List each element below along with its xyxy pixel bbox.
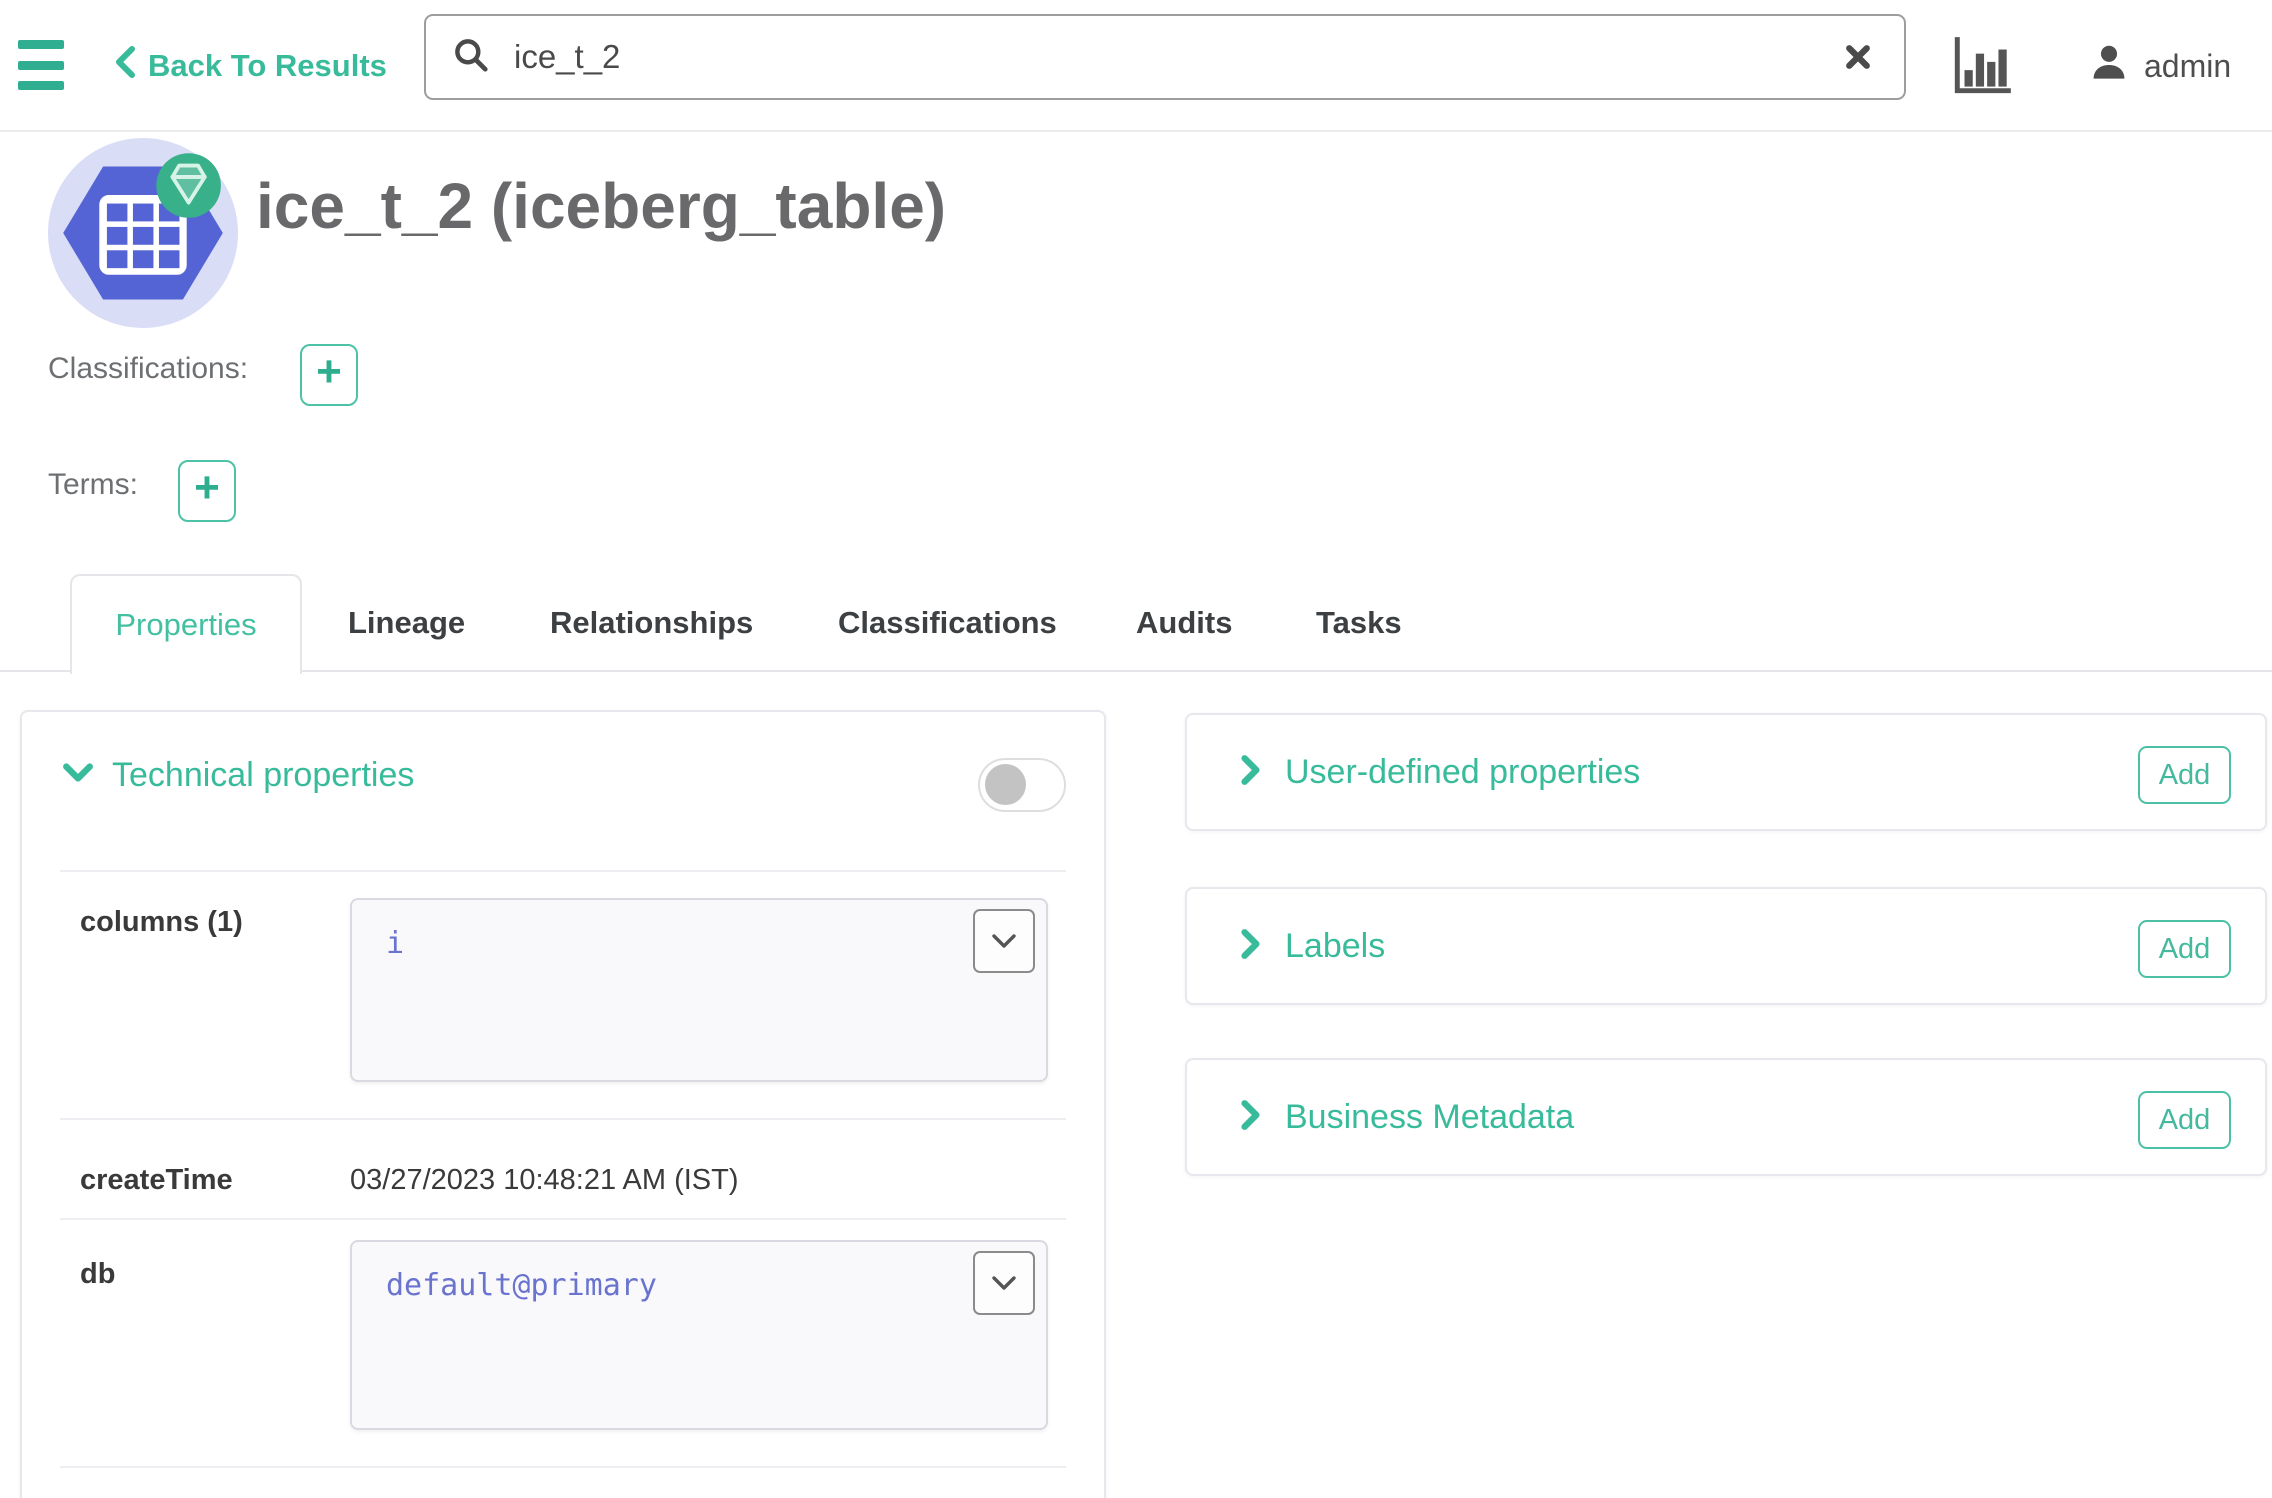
plus-icon: + — [194, 466, 220, 510]
divider — [60, 1218, 1066, 1220]
db-link[interactable]: default@primary — [386, 1268, 657, 1303]
tab-classifications[interactable]: Classifications — [838, 574, 1057, 672]
user-defined-properties-panel: User-defined properties Add — [1185, 713, 2267, 831]
chevron-right-icon — [1239, 1099, 1263, 1136]
panel-title: User-defined properties — [1285, 753, 1640, 792]
columns-value-box: i — [350, 898, 1048, 1082]
back-to-results-label: Back To Results — [148, 48, 387, 84]
user-menu[interactable]: admin — [2088, 0, 2231, 132]
labels-header[interactable]: Labels — [1239, 889, 1385, 1003]
business-metadata-panel: Business Metadata Add — [1185, 1058, 2267, 1176]
chevron-right-icon — [1239, 754, 1263, 791]
terms-label: Terms: — [48, 468, 138, 502]
divider — [60, 1118, 1066, 1120]
chevron-right-icon — [1239, 928, 1263, 965]
technical-properties-title: Technical properties — [112, 756, 414, 795]
back-to-results-link[interactable]: Back To Results — [112, 0, 387, 132]
toggle-knob — [985, 764, 1026, 805]
atlas-entity-detail-page: Back To Results admin — [0, 0, 2272, 1498]
createtime-value: 03/27/2023 10:48:21 AM (IST) — [350, 1164, 739, 1197]
tab-audits[interactable]: Audits — [1136, 574, 1232, 672]
db-dropdown-button[interactable] — [973, 1251, 1035, 1315]
business-metadata-header[interactable]: Business Metadata — [1239, 1060, 1574, 1174]
search-bar — [424, 14, 1906, 100]
property-key: db — [80, 1258, 115, 1291]
attributes-filter-toggle[interactable] — [978, 758, 1066, 812]
search-icon — [452, 36, 490, 79]
technical-properties-header[interactable]: Technical properties — [62, 756, 414, 795]
user-name-label: admin — [2144, 48, 2231, 85]
divider — [60, 1466, 1066, 1468]
property-key: createTime — [80, 1164, 233, 1197]
tab-tasks[interactable]: Tasks — [1316, 574, 1402, 672]
chevron-down-icon — [62, 761, 94, 790]
plus-icon: + — [316, 350, 342, 394]
menu-icon[interactable] — [18, 40, 64, 90]
tab-lineage[interactable]: Lineage — [348, 574, 465, 672]
tab-relationships[interactable]: Relationships — [550, 574, 753, 672]
add-business-metadata-button[interactable]: Add — [2138, 1091, 2231, 1149]
search-input[interactable] — [512, 37, 1838, 77]
chevron-left-icon — [112, 45, 138, 87]
divider — [60, 870, 1066, 872]
user-icon — [2088, 41, 2130, 91]
labels-panel: Labels Add — [1185, 887, 2267, 1005]
property-key: columns (1) — [80, 906, 243, 939]
add-label-button[interactable]: Add — [2138, 920, 2231, 978]
add-classification-button[interactable]: + — [300, 344, 358, 406]
technical-properties-panel: Technical properties columns (1) i creat… — [20, 710, 1106, 1498]
panel-title: Labels — [1285, 927, 1385, 966]
add-user-defined-property-button[interactable]: Add — [2138, 746, 2231, 804]
columns-dropdown-button[interactable] — [973, 909, 1035, 973]
tab-properties[interactable]: Properties — [70, 574, 302, 674]
page-title: ice_t_2 (iceberg_table) — [256, 168, 946, 245]
entity-tabs: Properties Lineage Relationships Classif… — [0, 574, 2272, 672]
classifications-label: Classifications: — [48, 352, 248, 386]
panel-title: Business Metadata — [1285, 1098, 1574, 1137]
user-defined-properties-header[interactable]: User-defined properties — [1239, 715, 1640, 829]
statistics-icon[interactable] — [1944, 26, 2020, 106]
entity-icon — [48, 138, 238, 328]
add-term-button[interactable]: + — [178, 460, 236, 522]
top-navigation-bar: Back To Results admin — [0, 0, 2272, 132]
column-link[interactable]: i — [386, 926, 404, 961]
clear-search-icon[interactable] — [1838, 37, 1878, 77]
db-value-box: default@primary — [350, 1240, 1048, 1430]
